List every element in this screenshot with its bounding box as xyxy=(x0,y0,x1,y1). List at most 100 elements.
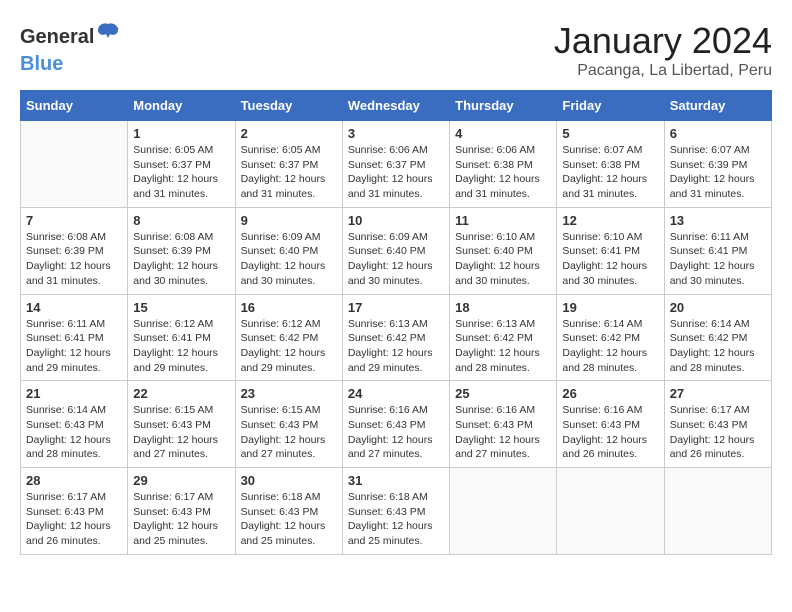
calendar-week-row: 28 Sunrise: 6:17 AMSunset: 6:43 PMDaylig… xyxy=(21,468,772,555)
cell-info: Sunrise: 6:11 AMSunset: 6:41 PMDaylight:… xyxy=(26,318,111,374)
date-number: 11 xyxy=(455,213,551,228)
calendar-cell: 15 Sunrise: 6:12 AMSunset: 6:41 PMDaylig… xyxy=(128,294,235,381)
logo-bird-icon xyxy=(96,20,120,48)
date-number: 25 xyxy=(455,386,551,401)
date-number: 8 xyxy=(133,213,229,228)
calendar-cell: 27 Sunrise: 6:17 AMSunset: 6:43 PMDaylig… xyxy=(664,381,771,468)
cell-info: Sunrise: 6:07 AMSunset: 6:39 PMDaylight:… xyxy=(670,144,755,200)
calendar-cell: 3 Sunrise: 6:06 AMSunset: 6:37 PMDayligh… xyxy=(342,121,449,208)
date-number: 21 xyxy=(26,386,122,401)
calendar-cell: 18 Sunrise: 6:13 AMSunset: 6:42 PMDaylig… xyxy=(450,294,557,381)
calendar-cell: 29 Sunrise: 6:17 AMSunset: 6:43 PMDaylig… xyxy=(128,468,235,555)
calendar-cell: 4 Sunrise: 6:06 AMSunset: 6:38 PMDayligh… xyxy=(450,121,557,208)
weekday-header-sunday: Sunday xyxy=(21,91,128,121)
date-number: 6 xyxy=(670,126,766,141)
date-number: 31 xyxy=(348,473,444,488)
date-number: 18 xyxy=(455,300,551,315)
month-title: January 2024 xyxy=(554,20,772,62)
calendar-cell: 1 Sunrise: 6:05 AMSunset: 6:37 PMDayligh… xyxy=(128,121,235,208)
weekday-header-thursday: Thursday xyxy=(450,91,557,121)
date-number: 28 xyxy=(26,473,122,488)
date-number: 14 xyxy=(26,300,122,315)
date-number: 13 xyxy=(670,213,766,228)
date-number: 12 xyxy=(562,213,658,228)
calendar-cell: 7 Sunrise: 6:08 AMSunset: 6:39 PMDayligh… xyxy=(21,207,128,294)
cell-info: Sunrise: 6:07 AMSunset: 6:38 PMDaylight:… xyxy=(562,144,647,200)
date-number: 4 xyxy=(455,126,551,141)
date-number: 9 xyxy=(241,213,337,228)
cell-info: Sunrise: 6:12 AMSunset: 6:41 PMDaylight:… xyxy=(133,318,218,374)
calendar-cell: 21 Sunrise: 6:14 AMSunset: 6:43 PMDaylig… xyxy=(21,381,128,468)
cell-info: Sunrise: 6:18 AMSunset: 6:43 PMDaylight:… xyxy=(241,491,326,547)
calendar-cell: 9 Sunrise: 6:09 AMSunset: 6:40 PMDayligh… xyxy=(235,207,342,294)
date-number: 20 xyxy=(670,300,766,315)
cell-info: Sunrise: 6:13 AMSunset: 6:42 PMDaylight:… xyxy=(455,318,540,374)
date-number: 3 xyxy=(348,126,444,141)
calendar-cell: 16 Sunrise: 6:12 AMSunset: 6:42 PMDaylig… xyxy=(235,294,342,381)
cell-info: Sunrise: 6:16 AMSunset: 6:43 PMDaylight:… xyxy=(348,404,433,460)
date-number: 5 xyxy=(562,126,658,141)
date-number: 23 xyxy=(241,386,337,401)
calendar-cell: 17 Sunrise: 6:13 AMSunset: 6:42 PMDaylig… xyxy=(342,294,449,381)
weekday-header-row: SundayMondayTuesdayWednesdayThursdayFrid… xyxy=(21,91,772,121)
cell-info: Sunrise: 6:16 AMSunset: 6:43 PMDaylight:… xyxy=(562,404,647,460)
calendar-cell: 12 Sunrise: 6:10 AMSunset: 6:41 PMDaylig… xyxy=(557,207,664,294)
date-number: 16 xyxy=(241,300,337,315)
cell-info: Sunrise: 6:18 AMSunset: 6:43 PMDaylight:… xyxy=(348,491,433,547)
calendar-cell: 10 Sunrise: 6:09 AMSunset: 6:40 PMDaylig… xyxy=(342,207,449,294)
cell-info: Sunrise: 6:05 AMSunset: 6:37 PMDaylight:… xyxy=(241,144,326,200)
calendar-cell: 11 Sunrise: 6:10 AMSunset: 6:40 PMDaylig… xyxy=(450,207,557,294)
date-number: 30 xyxy=(241,473,337,488)
cell-info: Sunrise: 6:15 AMSunset: 6:43 PMDaylight:… xyxy=(133,404,218,460)
calendar-cell: 20 Sunrise: 6:14 AMSunset: 6:42 PMDaylig… xyxy=(664,294,771,381)
cell-info: Sunrise: 6:06 AMSunset: 6:38 PMDaylight:… xyxy=(455,144,540,200)
date-number: 15 xyxy=(133,300,229,315)
title-block: January 2024 Pacanga, La Libertad, Peru xyxy=(554,20,772,80)
cell-info: Sunrise: 6:09 AMSunset: 6:40 PMDaylight:… xyxy=(348,231,433,287)
date-number: 27 xyxy=(670,386,766,401)
date-number: 2 xyxy=(241,126,337,141)
date-number: 7 xyxy=(26,213,122,228)
calendar-cell: 30 Sunrise: 6:18 AMSunset: 6:43 PMDaylig… xyxy=(235,468,342,555)
calendar-cell: 5 Sunrise: 6:07 AMSunset: 6:38 PMDayligh… xyxy=(557,121,664,208)
logo-blue: Blue xyxy=(20,53,63,75)
date-number: 29 xyxy=(133,473,229,488)
date-number: 24 xyxy=(348,386,444,401)
cell-info: Sunrise: 6:13 AMSunset: 6:42 PMDaylight:… xyxy=(348,318,433,374)
calendar-cell xyxy=(21,121,128,208)
cell-info: Sunrise: 6:17 AMSunset: 6:43 PMDaylight:… xyxy=(133,491,218,547)
cell-info: Sunrise: 6:14 AMSunset: 6:43 PMDaylight:… xyxy=(26,404,111,460)
weekday-header-monday: Monday xyxy=(128,91,235,121)
calendar-cell: 26 Sunrise: 6:16 AMSunset: 6:43 PMDaylig… xyxy=(557,381,664,468)
cell-info: Sunrise: 6:09 AMSunset: 6:40 PMDaylight:… xyxy=(241,231,326,287)
calendar-cell: 8 Sunrise: 6:08 AMSunset: 6:39 PMDayligh… xyxy=(128,207,235,294)
calendar-cell xyxy=(664,468,771,555)
cell-info: Sunrise: 6:08 AMSunset: 6:39 PMDaylight:… xyxy=(133,231,218,287)
calendar-cell: 22 Sunrise: 6:15 AMSunset: 6:43 PMDaylig… xyxy=(128,381,235,468)
calendar-table: SundayMondayTuesdayWednesdayThursdayFrid… xyxy=(20,90,772,555)
weekday-header-saturday: Saturday xyxy=(664,91,771,121)
weekday-header-friday: Friday xyxy=(557,91,664,121)
calendar-cell: 28 Sunrise: 6:17 AMSunset: 6:43 PMDaylig… xyxy=(21,468,128,555)
cell-info: Sunrise: 6:10 AMSunset: 6:40 PMDaylight:… xyxy=(455,231,540,287)
calendar-cell: 2 Sunrise: 6:05 AMSunset: 6:37 PMDayligh… xyxy=(235,121,342,208)
calendar-cell: 31 Sunrise: 6:18 AMSunset: 6:43 PMDaylig… xyxy=(342,468,449,555)
calendar-cell: 19 Sunrise: 6:14 AMSunset: 6:42 PMDaylig… xyxy=(557,294,664,381)
logo: General Blue xyxy=(20,20,120,75)
cell-info: Sunrise: 6:10 AMSunset: 6:41 PMDaylight:… xyxy=(562,231,647,287)
cell-info: Sunrise: 6:11 AMSunset: 6:41 PMDaylight:… xyxy=(670,231,755,287)
calendar-cell: 24 Sunrise: 6:16 AMSunset: 6:43 PMDaylig… xyxy=(342,381,449,468)
date-number: 17 xyxy=(348,300,444,315)
weekday-header-tuesday: Tuesday xyxy=(235,91,342,121)
cell-info: Sunrise: 6:06 AMSunset: 6:37 PMDaylight:… xyxy=(348,144,433,200)
cell-info: Sunrise: 6:05 AMSunset: 6:37 PMDaylight:… xyxy=(133,144,218,200)
cell-info: Sunrise: 6:08 AMSunset: 6:39 PMDaylight:… xyxy=(26,231,111,287)
page-header: General Blue January 2024 Pacanga, La Li… xyxy=(20,20,772,80)
calendar-cell: 14 Sunrise: 6:11 AMSunset: 6:41 PMDaylig… xyxy=(21,294,128,381)
calendar-cell: 6 Sunrise: 6:07 AMSunset: 6:39 PMDayligh… xyxy=(664,121,771,208)
date-number: 22 xyxy=(133,386,229,401)
cell-info: Sunrise: 6:17 AMSunset: 6:43 PMDaylight:… xyxy=(670,404,755,460)
calendar-week-row: 7 Sunrise: 6:08 AMSunset: 6:39 PMDayligh… xyxy=(21,207,772,294)
weekday-header-wednesday: Wednesday xyxy=(342,91,449,121)
calendar-cell: 25 Sunrise: 6:16 AMSunset: 6:43 PMDaylig… xyxy=(450,381,557,468)
